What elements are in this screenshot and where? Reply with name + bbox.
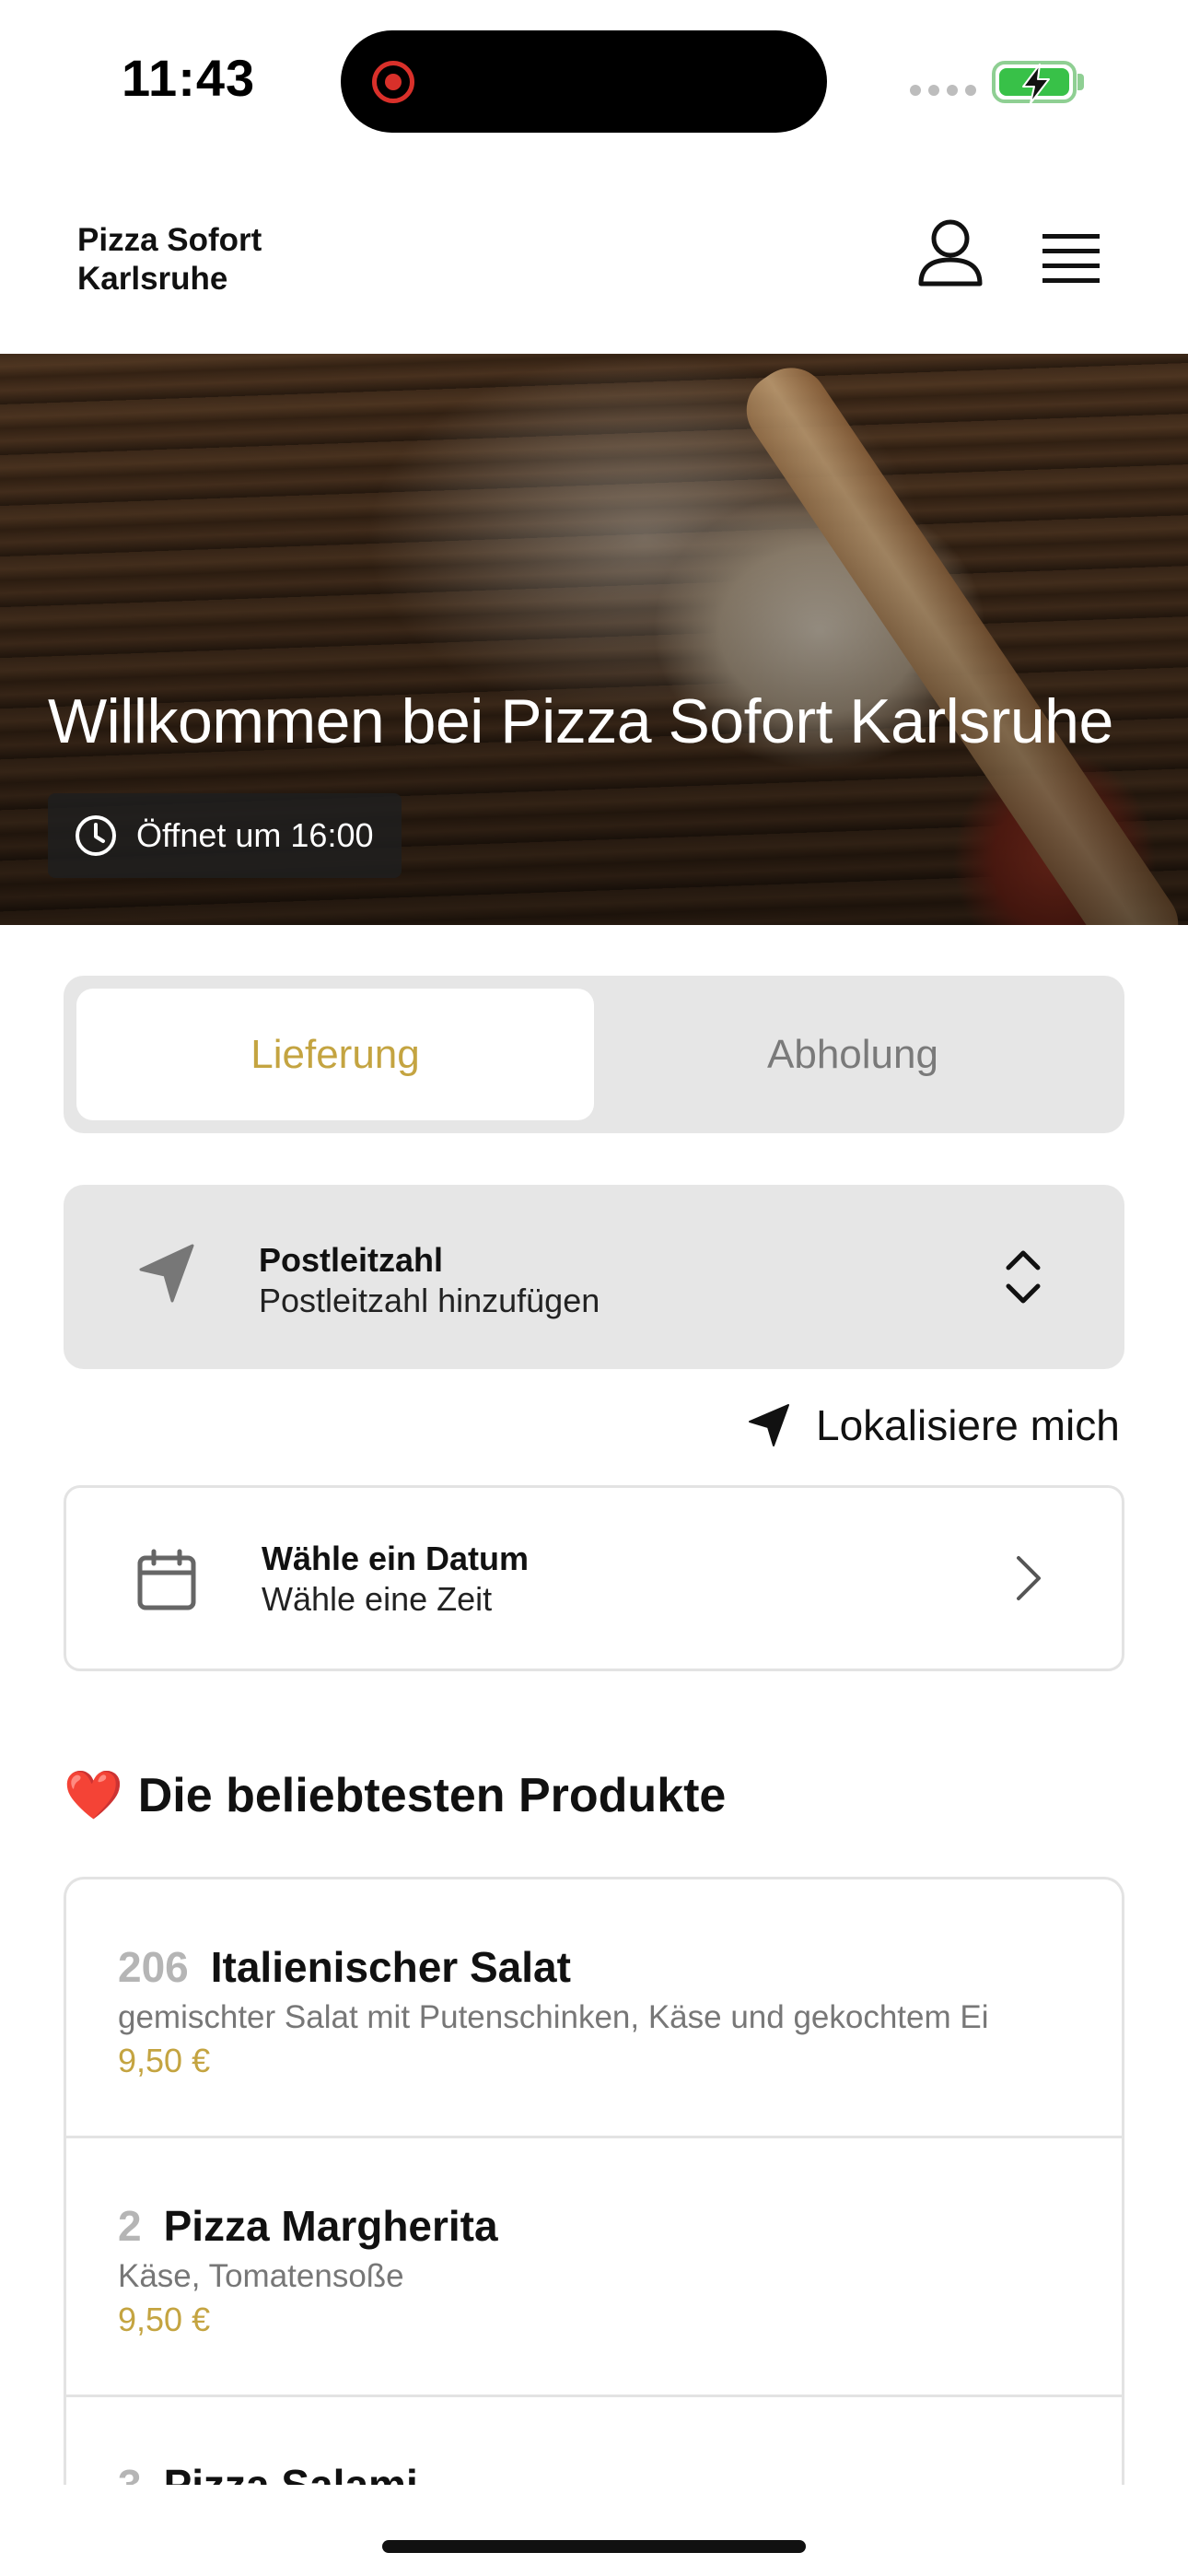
- product-item[interactable]: 3 Pizza Salami: [66, 2397, 1122, 2485]
- location-arrow-icon: [139, 1244, 194, 1303]
- date-label: Wähle ein Datum: [262, 1540, 530, 1577]
- product-name: Pizza Margherita: [163, 2202, 498, 2250]
- dynamic-island: [341, 30, 827, 133]
- clock-icon: [76, 815, 116, 856]
- time-value: Wähle eine Zeit: [262, 1580, 493, 1618]
- user-icon: [918, 219, 983, 287]
- product-item[interactable]: 206 Italienischer Salat gemischter Salat…: [66, 1879, 1122, 2138]
- date-time-picker[interactable]: Wähle ein Datum Wähle eine Zeit: [64, 1485, 1124, 1671]
- location-arrow-icon: [749, 1404, 789, 1446]
- hero-banner: Willkommen bei Pizza Sofort Karlsruhe Öf…: [0, 354, 1188, 925]
- tab-delivery[interactable]: Lieferung: [76, 989, 594, 1120]
- product-number: 3: [118, 2461, 142, 2485]
- zip-value: Postleitzahl hinzufügen: [259, 1282, 600, 1319]
- product-name: Italienischer Salat: [210, 1943, 571, 1991]
- zip-label: Postleitzahl: [259, 1241, 444, 1279]
- product-item[interactable]: 2 Pizza Margherita Käse, Tomatensoße 9,5…: [66, 2138, 1122, 2397]
- popular-products-title: Die beliebtesten Produkte: [137, 1768, 727, 1822]
- calendar-icon: [137, 1549, 196, 1610]
- locate-me-label: Lokalisiere mich: [816, 1401, 1120, 1449]
- product-description: Käse, Tomatensoße: [118, 2258, 404, 2294]
- locate-me-button[interactable]: Lokalisiere mich: [748, 1400, 1120, 1450]
- popular-products-heading: ❤️ Die beliebtesten Produkte: [64, 1767, 726, 1823]
- opening-hours-text: Öffnet um 16:00: [136, 816, 374, 854]
- menu-button[interactable]: [1041, 232, 1101, 286]
- home-indicator[interactable]: [382, 2540, 806, 2553]
- status-time: 11:43: [122, 49, 256, 107]
- user-account-button[interactable]: [914, 217, 987, 291]
- opening-hours-badge: Öffnet um 16:00: [48, 793, 402, 878]
- brand-name[interactable]: Pizza Sofort Karlsruhe: [77, 221, 372, 299]
- chevron-up-down-icon: [1006, 1250, 1041, 1304]
- chevron-right-icon: [1017, 1556, 1041, 1600]
- hero-title: Willkommen bei Pizza Sofort Karlsruhe: [48, 686, 1113, 756]
- battery-charging-icon: [992, 61, 1077, 104]
- product-description: gemischter Salat mit Putenschinken, Käse…: [118, 1999, 989, 2035]
- product-number: 206: [118, 1943, 189, 1991]
- status-bar: 11:43: [0, 0, 1188, 157]
- zip-code-selector[interactable]: Postleitzahl Postleitzahl hinzufügen: [64, 1185, 1124, 1369]
- app-header: Pizza Sofort Karlsruhe: [0, 157, 1188, 354]
- product-price: 9,50 €: [118, 2042, 211, 2079]
- tab-pickup[interactable]: Abholung: [594, 989, 1112, 1120]
- product-list: 206 Italienischer Salat gemischter Salat…: [64, 1877, 1124, 2485]
- order-mode-toggle: Lieferung Abholung: [64, 976, 1124, 1133]
- battery-cap: [1077, 74, 1084, 90]
- product-price: 9,50 €: [118, 2301, 211, 2338]
- cellular-signal-icon: [910, 85, 976, 96]
- product-number: 2: [118, 2202, 142, 2250]
- menu-icon: [1042, 234, 1100, 283]
- product-name: Pizza Salami: [163, 2461, 418, 2485]
- heart-icon: ❤️: [64, 1769, 123, 1822]
- screen-recording-icon: [372, 61, 414, 103]
